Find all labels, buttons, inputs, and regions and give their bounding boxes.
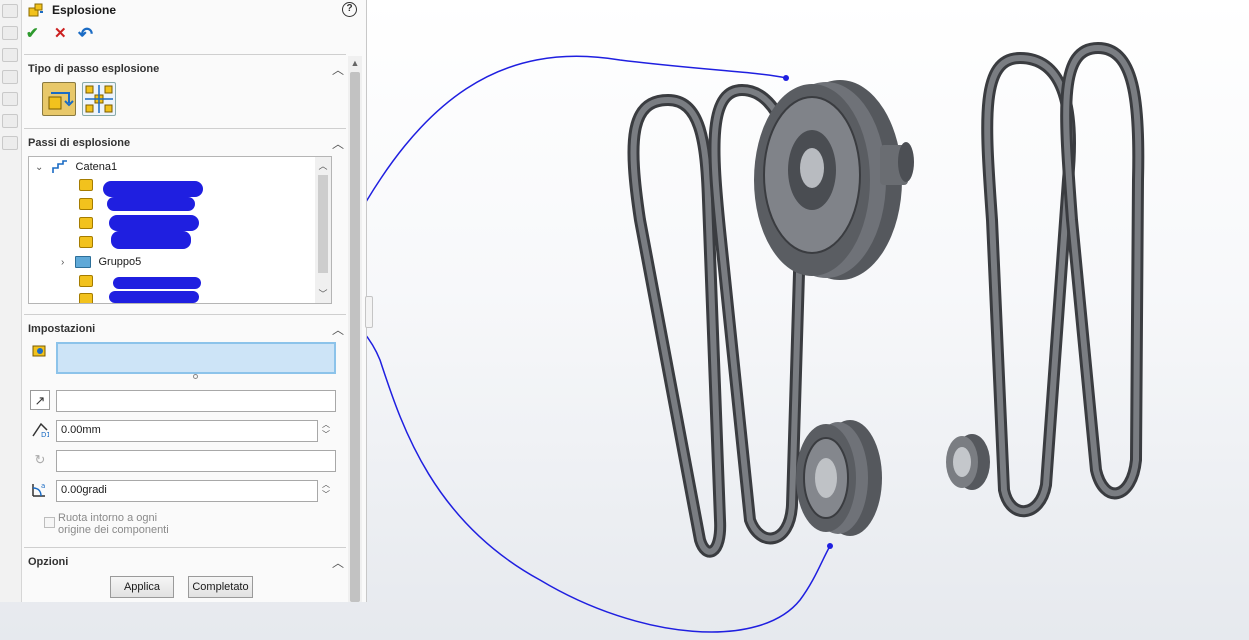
redaction-mark	[103, 181, 203, 197]
panel-title-row: Esplosione ?	[26, 0, 357, 22]
part-icon	[79, 198, 93, 211]
explode-icon	[28, 3, 44, 17]
chevron-up-icon[interactable]: ︿	[332, 321, 344, 338]
section-step-type-label: Tipo di passo esplosione	[28, 63, 160, 75]
cancel-button[interactable]: ✕	[54, 26, 67, 42]
part-icon	[79, 293, 93, 303]
rotate-about-origin-label: Ruota intorno a ogni origine dei compone…	[58, 512, 169, 536]
tree-item[interactable]	[79, 236, 93, 254]
command-manager-strip	[0, 0, 22, 602]
section-settings-header[interactable]: Impostazioni ︿	[28, 322, 344, 338]
resize-handle-icon[interactable]	[193, 374, 198, 379]
scrollbar-thumb[interactable]	[350, 72, 360, 602]
angle-icon: a	[30, 480, 50, 500]
part-icon	[79, 236, 93, 249]
distance-spinner[interactable]: ︿ ﹀	[320, 420, 332, 442]
ghost-icon	[2, 70, 18, 84]
rotation-angle-input[interactable]: 0.00gradi	[56, 480, 318, 502]
ok-button[interactable]: ✔	[26, 26, 39, 42]
chevron-down-icon[interactable]: ⌄	[35, 162, 43, 173]
belt-loop-4-face	[1063, 44, 1142, 497]
tree-scrollbar-thumb[interactable]	[318, 175, 328, 273]
redaction-mark	[113, 277, 201, 289]
regular-step-icon	[48, 92, 74, 110]
components-selection-box[interactable]	[56, 342, 336, 374]
redaction-mark	[111, 231, 191, 249]
ghost-icon	[2, 26, 18, 40]
rotate-label-line2: origine dei componenti	[58, 524, 169, 536]
ghost-icon	[2, 136, 18, 150]
chevron-right-icon[interactable]: ›	[61, 257, 64, 268]
chevron-up-icon[interactable]: ︿	[315, 159, 331, 172]
part-icon	[79, 217, 93, 230]
ghost-icon	[2, 92, 18, 106]
divider	[24, 54, 346, 55]
explode-distance-input[interactable]: 0.00mm	[56, 420, 318, 442]
step-chain-icon	[52, 160, 68, 174]
redaction-mark	[109, 291, 199, 303]
rotation-axis-field[interactable]	[56, 450, 336, 472]
redaction-mark	[109, 215, 199, 231]
tree-item[interactable]	[79, 179, 93, 197]
large-pulley[interactable]	[754, 80, 914, 280]
chevron-down-icon[interactable]: ﹀	[315, 287, 331, 300]
direction-arrow-icon[interactable]: ↗	[30, 390, 50, 410]
section-steps-label: Passi di esplosione	[28, 137, 131, 149]
explode-direction-field[interactable]	[56, 390, 336, 412]
done-button[interactable]: Completato	[188, 576, 253, 598]
angle-spinner[interactable]: ︿ ﹀	[320, 480, 332, 502]
divider	[24, 128, 346, 129]
component-select-icon	[30, 342, 50, 362]
ghost-icon	[2, 4, 18, 18]
tree-item[interactable]	[79, 198, 93, 216]
annotation-dot-bottom	[827, 543, 833, 549]
panel-title: Esplosione	[52, 3, 117, 17]
panel-scrollbar[interactable]: ▲	[348, 56, 362, 602]
hub-component[interactable]	[946, 434, 990, 490]
section-options-header[interactable]: Opzioni ︿	[28, 555, 344, 571]
section-settings-label: Impostazioni	[28, 323, 96, 335]
tree-group-label: Gruppo5	[98, 256, 142, 268]
chevron-up-icon[interactable]: ︿	[332, 554, 344, 571]
tree-item[interactable]	[79, 275, 93, 293]
part-icon	[79, 275, 93, 288]
radial-step-icon	[85, 85, 113, 113]
panel-splitter[interactable]	[365, 296, 373, 328]
small-pulley[interactable]	[796, 420, 882, 536]
chevron-up-icon[interactable]: ︿	[332, 61, 344, 78]
divider	[24, 547, 346, 548]
undo-button[interactable]: ↶	[78, 25, 93, 43]
section-options-label: Opzioni	[28, 556, 69, 568]
svg-text:D1: D1	[41, 431, 49, 438]
tree-root-label: Catena1	[75, 160, 118, 173]
chevron-up-icon[interactable]: ︿	[332, 135, 344, 152]
tree-item[interactable]	[79, 293, 93, 303]
ghost-icon	[2, 48, 18, 62]
part-icon	[79, 179, 93, 192]
redaction-mark	[107, 197, 195, 211]
tree-scrollbar[interactable]: ︿ ﹀	[315, 157, 331, 303]
property-manager-panel: Esplosione ? ✔ ✕ ↶ ▲ Tipo di passo esplo…	[22, 0, 367, 602]
regular-step-button[interactable]	[42, 82, 76, 116]
divider	[24, 314, 346, 315]
section-steps-header[interactable]: Passi di esplosione ︿	[28, 136, 344, 152]
section-step-type-header[interactable]: Tipo di passo esplosione ︿	[28, 62, 344, 78]
annotation-dot-top	[783, 75, 789, 81]
rotate-label-line1: Ruota intorno a ogni	[58, 512, 158, 524]
tree-item[interactable]	[79, 217, 93, 235]
folder-icon	[75, 256, 92, 269]
explode-steps-tree[interactable]: ⌄ Catena1 › Gruppo5 ︿ ﹀	[28, 156, 332, 304]
radial-step-button[interactable]	[82, 82, 116, 116]
scroll-up-arrow[interactable]: ▲	[348, 56, 362, 70]
tree-item-root[interactable]: ⌄ Catena1	[35, 160, 117, 178]
tree-item-group[interactable]: › Gruppo5	[61, 256, 141, 274]
apply-button[interactable]: Applica	[110, 576, 174, 598]
svg-text:a: a	[41, 482, 45, 490]
help-icon[interactable]: ?	[342, 2, 357, 17]
ghost-icon	[2, 114, 18, 128]
distance-icon: D1	[30, 420, 51, 440]
rotate-about-origin-checkbox[interactable]	[44, 517, 55, 528]
rotation-axis-icon: ↻	[34, 452, 46, 467]
